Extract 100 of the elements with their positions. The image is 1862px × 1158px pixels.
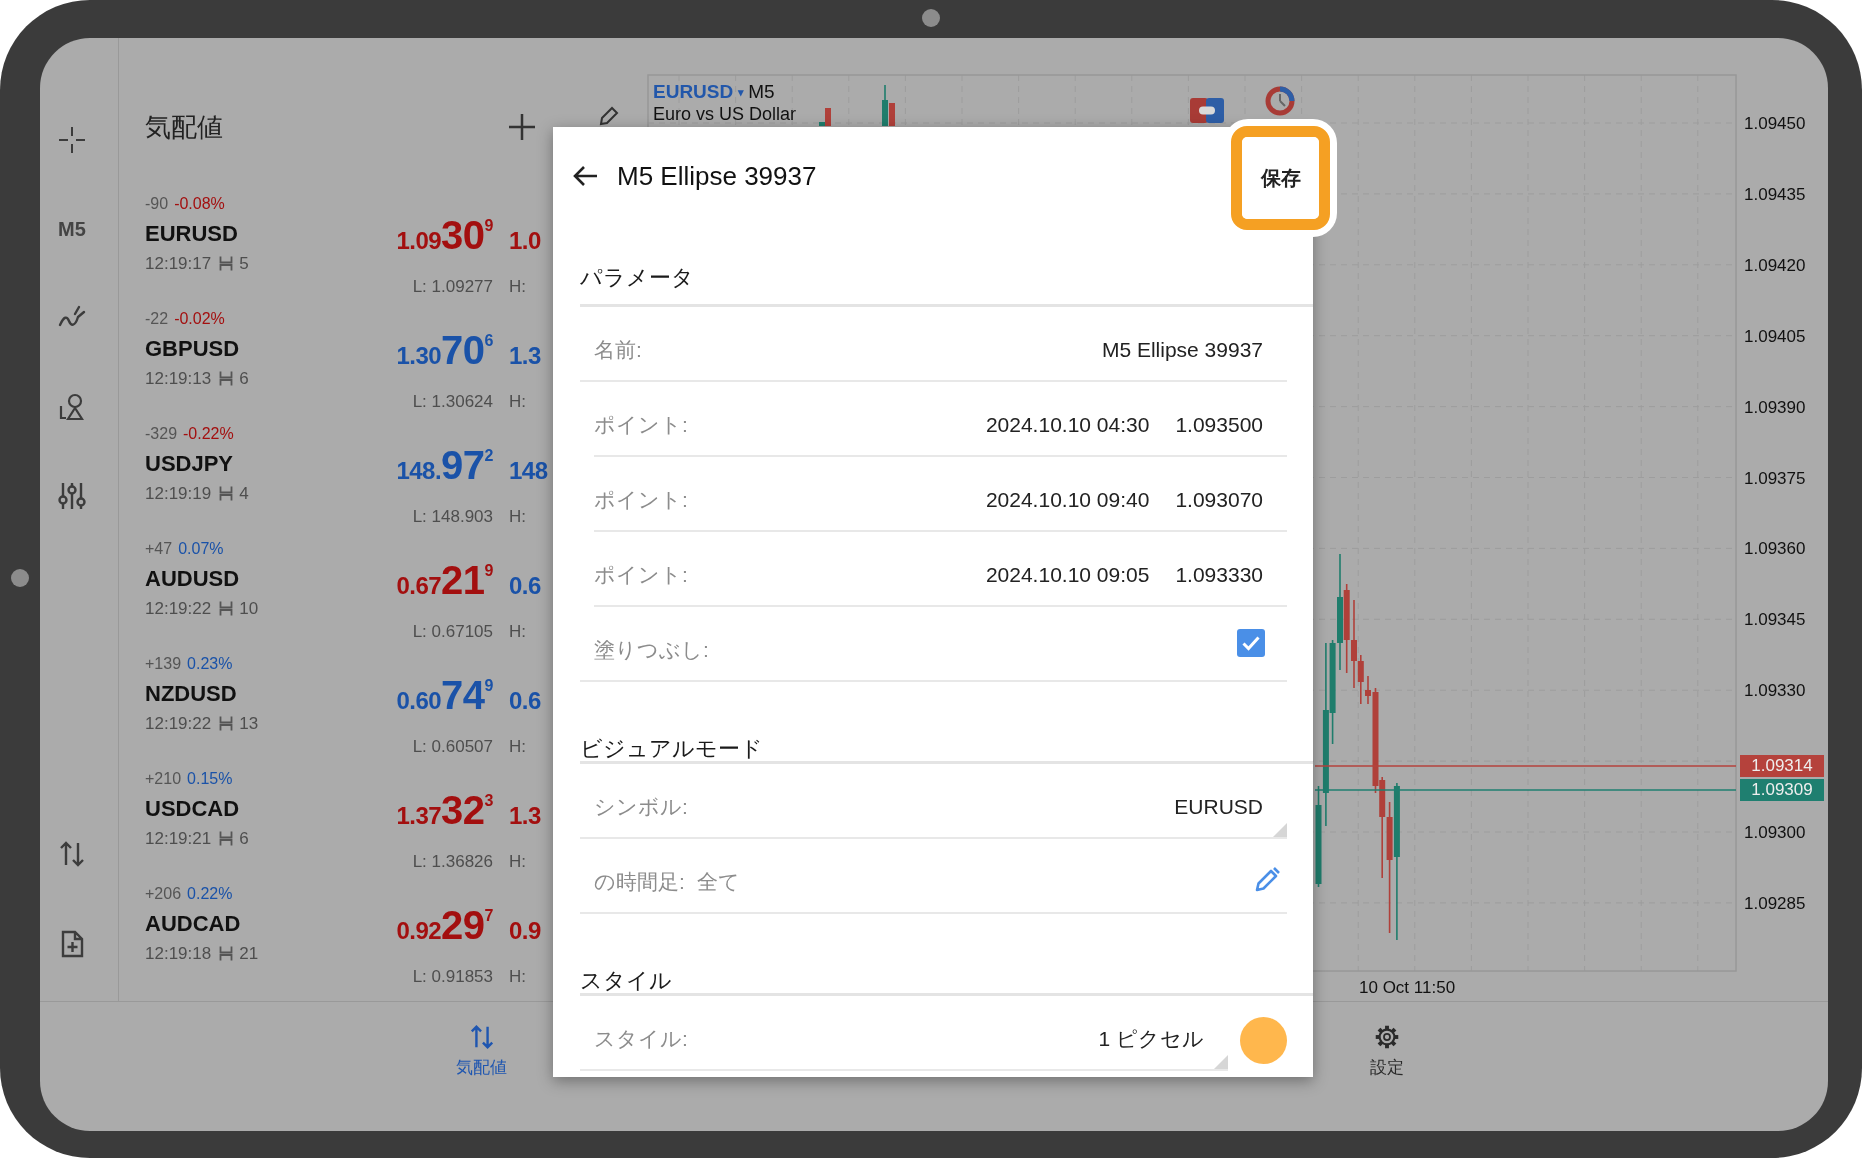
low-price: L: 148.903: [412, 506, 493, 528]
spread-value: 10: [239, 599, 259, 618]
symbol-name: USDJPY: [145, 451, 234, 476]
high-price: H:: [509, 736, 526, 758]
price-change: +47: [145, 540, 173, 557]
price-change: -22: [145, 310, 169, 327]
price-change: -90: [145, 195, 169, 212]
section-title: パラメータ: [580, 265, 694, 290]
section-title: スタイル: [580, 968, 672, 993]
price-label: 1.09285: [1744, 893, 1806, 913]
symbol-name: AUDCAD: [145, 911, 241, 936]
crosshair-icon[interactable]: [58, 126, 86, 154]
spread-value: 13: [239, 714, 259, 733]
pencil-icon[interactable]: [599, 106, 619, 126]
bid-price: 1.3070$^{6}$: [396, 327, 493, 374]
symbol-name: GBPUSD: [145, 336, 240, 361]
price-field[interactable]: 1.093070: [1175, 487, 1287, 512]
camera-dot-icon: [922, 9, 940, 27]
quote-time: 12:19:18: [145, 944, 212, 963]
quote-time: 12:19:19: [145, 484, 212, 503]
timeframe-button[interactable]: M5: [58, 215, 86, 243]
symbol-description: Euro vs US Dollar: [653, 104, 797, 124]
percent-change: -0.08%: [174, 195, 225, 212]
nav-tab[interactable]: 設定: [1326, 1002, 1447, 1078]
symbol-name: AUDUSD: [145, 566, 240, 591]
clock-icon[interactable]: [1265, 86, 1295, 116]
field-label: ポイント:: [594, 561, 688, 588]
spread-value: 6: [239, 829, 249, 848]
symbol-name: EURUSD: [145, 221, 238, 246]
field-label: の時間足:: [593, 868, 685, 895]
ask-price: 0.6: [509, 571, 542, 601]
price-field[interactable]: 1.093330: [1175, 562, 1287, 587]
price-label: 1.09420: [1744, 255, 1806, 275]
bid-price: 1.3732$^{3}$: [396, 787, 493, 834]
date-time-field[interactable]: 2024.10.10 09:05: [985, 562, 1150, 587]
toggle-tile-icon[interactable]: [1190, 98, 1224, 123]
spread-value: 21: [239, 944, 259, 963]
price-change: -329: [145, 425, 178, 442]
low-price: L: 1.36826: [412, 851, 493, 873]
price-field[interactable]: 1.093500: [1175, 412, 1287, 437]
color-swatch-icon[interactable]: [1240, 1017, 1287, 1064]
spread-value: 4: [239, 484, 249, 503]
ask-price: 148: [509, 456, 549, 486]
date-time-field[interactable]: 2024.10.10 04:30: [985, 412, 1150, 437]
checkbox[interactable]: [1237, 628, 1265, 657]
plus-icon[interactable]: [508, 113, 536, 141]
input-field[interactable]: M5 Ellipse 39937: [1101, 337, 1287, 362]
swap-arrows-icon[interactable]: [58, 840, 86, 868]
low-price: L: 0.60507: [412, 736, 493, 758]
low-price: L: 1.30624: [412, 391, 493, 413]
high-price: H:: [509, 621, 526, 643]
dialog-title: M5 Ellipse 39937: [617, 160, 817, 192]
panel-title: 気配値: [145, 110, 223, 144]
spread-icon: [219, 256, 234, 271]
quote-time: 12:19:22: [145, 599, 212, 618]
ask-price: 1.0: [509, 226, 542, 256]
field-label: シンボル:: [593, 793, 688, 820]
ask-price: 0.6: [509, 686, 542, 716]
bid-price: 1.0930$^{9}$: [396, 212, 493, 259]
high-price: H:: [509, 851, 526, 873]
dropdown-field[interactable]: EURUSD: [1174, 794, 1287, 819]
ask-price: 1.3: [509, 801, 542, 831]
sliders-icon[interactable]: [58, 482, 86, 510]
pencil-icon[interactable]: [1254, 864, 1282, 893]
time-label: 10 Oct 11:50: [1359, 978, 1456, 997]
percent-change: -0.22%: [183, 425, 234, 442]
high-price: H:: [509, 966, 526, 988]
price-label: 1.09345: [1744, 610, 1806, 630]
field-label: 名前:: [593, 336, 642, 363]
bid-price: 0.6074$^{9}$: [396, 672, 493, 719]
price-label: 1.09435: [1744, 184, 1806, 204]
spread-value: 5: [239, 254, 249, 273]
spread-value: 6: [239, 369, 249, 388]
price-label: 1.09450: [1744, 114, 1806, 133]
bid-price: 148.97$^{2}$: [396, 442, 493, 489]
quote-time: 12:19:22: [145, 714, 212, 733]
date-time-field[interactable]: 2024.10.10 09:40: [985, 487, 1150, 512]
spread-icon: [219, 831, 234, 846]
field-label: ポイント:: [594, 411, 688, 438]
price-change: +210: [145, 770, 182, 787]
percent-change: 0.23%: [187, 655, 233, 672]
side-dot-icon: [11, 569, 29, 587]
price-label: 1.09390: [1744, 397, 1806, 417]
save-button[interactable]: 保存: [1242, 137, 1319, 219]
spread-icon: [219, 371, 234, 386]
low-price: L: 0.67105: [412, 621, 493, 643]
price-label: 1.09330: [1744, 681, 1806, 701]
low-price: L: 1.09277: [412, 276, 493, 298]
price-label: 1.09405: [1744, 326, 1806, 346]
field-label: スタイル:: [593, 1025, 688, 1052]
spread-icon: [219, 486, 234, 501]
quote-time: 12:19:21: [145, 829, 212, 848]
dropdown-field[interactable]: 1 ピクセル: [1098, 1024, 1228, 1053]
percent-change: 0.15%: [187, 770, 233, 787]
quote-time: 12:19:13: [145, 369, 212, 388]
price-tag: 1.09314: [1740, 755, 1824, 777]
high-price: H:: [509, 506, 526, 528]
field-label: ポイント:: [594, 486, 688, 513]
shapes-icon[interactable]: [58, 393, 86, 421]
gear-icon: [1373, 1024, 1400, 1050]
